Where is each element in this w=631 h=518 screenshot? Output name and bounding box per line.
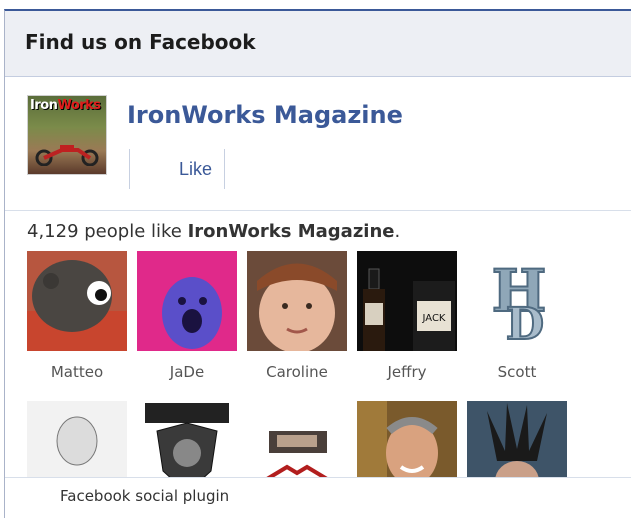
- page-name-link[interactable]: IronWorks Magazine: [127, 101, 403, 129]
- fan-name: JaDe: [169, 363, 205, 381]
- motorcycle-icon: [35, 145, 99, 166]
- fan-name: Scott: [497, 363, 537, 381]
- fan-item[interactable]: H D Scott: [467, 251, 567, 381]
- fan-item[interactable]: JACK Jeffry: [357, 251, 457, 381]
- fan-item[interactable]: JaDe: [137, 251, 237, 381]
- page-thumbnail[interactable]: IronWorks: [27, 95, 107, 175]
- plugin-credit-link[interactable]: Facebook social plugin: [60, 487, 229, 505]
- fan-item[interactable]: Caroline: [247, 251, 347, 381]
- child-face-photo-icon: [247, 251, 347, 351]
- magazine-title-art: IronWorks: [30, 98, 101, 113]
- divider: [5, 210, 631, 211]
- whiskey-bottle-photo-icon: JACK: [357, 251, 457, 351]
- like-button[interactable]: Like: [129, 149, 225, 189]
- svg-text:JACK: JACK: [422, 313, 446, 324]
- footer: Facebook social plugin: [5, 477, 631, 518]
- widget-title: Find us on Facebook: [5, 11, 631, 77]
- fan-name: Caroline: [266, 363, 328, 381]
- fan-name: Jeffry: [387, 363, 427, 381]
- fan-item[interactable]: Matteo: [27, 251, 127, 381]
- plush-toy-photo-icon: [27, 251, 127, 351]
- face-photo-pink-icon: [137, 251, 237, 351]
- facebook-like-box: Find us on Facebook IronWorks IronWorks …: [4, 9, 631, 518]
- fan-count-line: 4,129 people like IronWorks Magazine.: [27, 221, 401, 242]
- fan-name: Matteo: [50, 363, 104, 381]
- hd-logo-icon: H D: [467, 251, 567, 351]
- svg-text:D: D: [506, 299, 544, 350]
